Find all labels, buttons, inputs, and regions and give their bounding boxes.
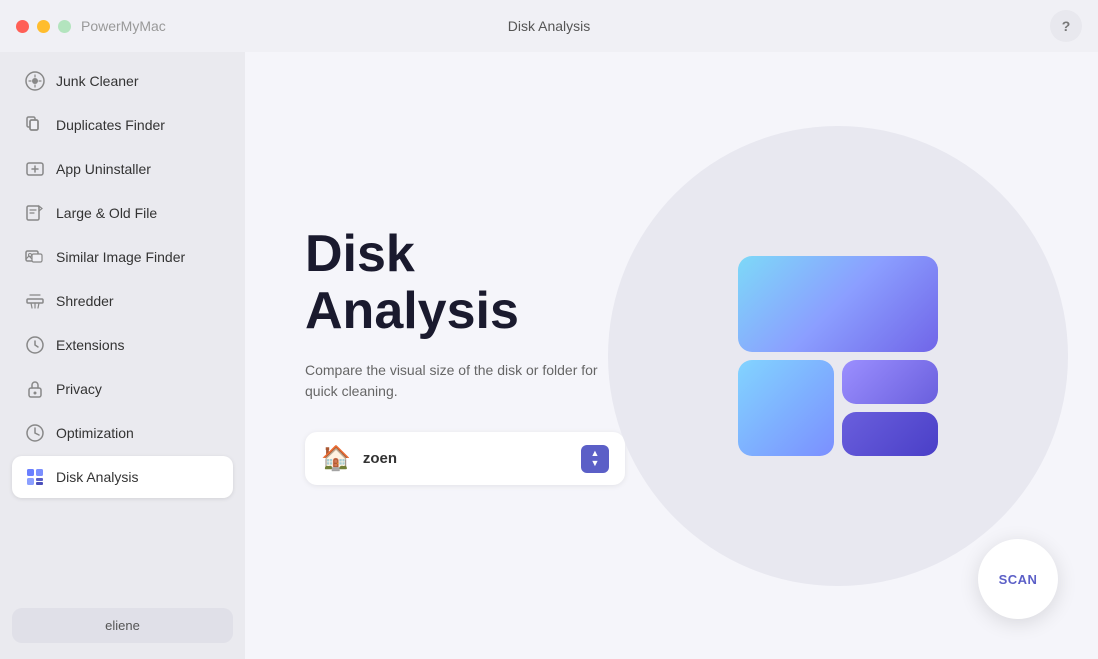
minimize-button[interactable] <box>37 20 50 33</box>
similar-image-finder-icon <box>24 246 46 268</box>
duplicates-finder-icon <box>24 114 46 136</box>
sidebar-item-app-uninstaller[interactable]: App Uninstaller <box>12 148 233 190</box>
large-old-file-label: Large & Old File <box>56 205 157 221</box>
folder-selector[interactable]: 🏠 zoen ▲ ▼ <box>305 432 625 485</box>
tile-bottom-right <box>842 360 938 456</box>
junk-cleaner-icon <box>24 70 46 92</box>
extensions-label: Extensions <box>56 337 124 353</box>
app-name: PowerMyMac <box>81 18 166 34</box>
disk-analysis-illustration <box>738 256 938 456</box>
privacy-icon <box>24 378 46 400</box>
close-button[interactable] <box>16 20 29 33</box>
tile-bottom-left <box>738 360 834 456</box>
page-description: Compare the visual size of the disk or f… <box>305 360 605 402</box>
sidebar-item-privacy[interactable]: Privacy <box>12 368 233 410</box>
sidebar-bottom: eliene <box>12 600 233 651</box>
optimization-label: Optimization <box>56 425 134 441</box>
sidebar-item-duplicates-finder[interactable]: Duplicates Finder <box>12 104 233 146</box>
shredder-label: Shredder <box>56 293 114 309</box>
privacy-label: Privacy <box>56 381 102 397</box>
sidebar-item-similar-image-finder[interactable]: Similar Image Finder <box>12 236 233 278</box>
maximize-button[interactable] <box>58 20 71 33</box>
sidebar: Junk Cleaner Duplicates Finder App Unins… <box>0 52 245 659</box>
sidebar-item-large-old-file[interactable]: Large & Old File <box>12 192 233 234</box>
sidebar-item-optimization[interactable]: Optimization <box>12 412 233 454</box>
user-badge[interactable]: eliene <box>12 608 233 643</box>
disk-analysis-label: Disk Analysis <box>56 469 138 485</box>
help-button[interactable]: ? <box>1050 10 1082 42</box>
large-old-file-icon <box>24 202 46 224</box>
selector-label: zoen <box>363 450 569 467</box>
titlebar-title: Disk Analysis <box>508 18 590 34</box>
illustration-circle <box>608 126 1068 586</box>
tile-top <box>738 256 938 352</box>
duplicates-finder-label: Duplicates Finder <box>56 117 165 133</box>
scan-button[interactable]: SCAN <box>978 539 1058 619</box>
app-uninstaller-label: App Uninstaller <box>56 161 151 177</box>
sidebar-item-extensions[interactable]: Extensions <box>12 324 233 366</box>
shredder-icon <box>24 290 46 312</box>
sidebar-item-junk-cleaner[interactable]: Junk Cleaner <box>12 60 233 102</box>
tile-br-bottom <box>842 412 938 456</box>
sidebar-item-shredder[interactable]: Shredder <box>12 280 233 322</box>
optimization-icon <box>24 422 46 444</box>
extensions-icon <box>24 334 46 356</box>
content-right <box>578 96 1098 616</box>
app-uninstaller-icon <box>24 158 46 180</box>
disk-analysis-icon <box>24 466 46 488</box>
tile-br-top <box>842 360 938 404</box>
traffic-lights <box>16 20 71 33</box>
sidebar-item-disk-analysis[interactable]: Disk Analysis <box>12 456 233 498</box>
titlebar: PowerMyMac Disk Analysis ? <box>0 0 1098 52</box>
junk-cleaner-label: Junk Cleaner <box>56 73 139 89</box>
content-area: Disk Analysis Compare the visual size of… <box>245 52 1098 659</box>
main-layout: Junk Cleaner Duplicates Finder App Unins… <box>0 52 1098 659</box>
similar-image-finder-label: Similar Image Finder <box>56 249 185 265</box>
home-icon: 🏠 <box>321 444 351 473</box>
